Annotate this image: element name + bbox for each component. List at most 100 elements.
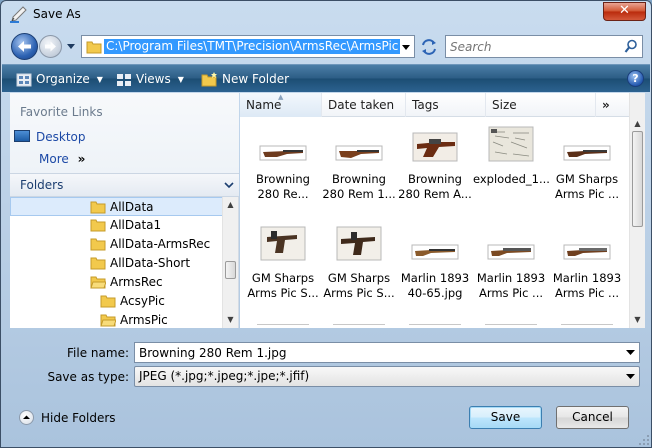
file-item[interactable]: GM Sharps Arms Pic S...	[245, 219, 321, 309]
back-arrow-icon	[18, 41, 31, 52]
scrollbar-thumb[interactable]	[225, 261, 236, 279]
sort-ascending-icon: ▲	[278, 93, 284, 101]
open-folder-icon	[100, 314, 116, 327]
more-columns-button[interactable]: »	[596, 93, 629, 117]
folders-header[interactable]: Folders	[10, 173, 239, 197]
recent-pages-dropdown-icon[interactable]	[65, 40, 77, 52]
scrollbar-thumb[interactable]	[632, 131, 643, 227]
cancel-button[interactable]: Cancel	[556, 406, 629, 429]
tree-item-label: ArmsRec	[110, 275, 163, 289]
rifle-thumbnail	[487, 244, 535, 260]
organize-label: Organize	[36, 72, 90, 86]
address-bar[interactable]: C:\Program Files\TMT\Precision\ArmsRec\A…	[81, 35, 415, 58]
file-item[interactable]: GM Sharps Arms Pic ...	[549, 120, 625, 210]
forward-button[interactable]	[39, 35, 62, 58]
tree-item-acsypic[interactable]: AcsyPic	[10, 292, 223, 311]
file-item[interactable]: Marlin 1893 Arms Pic ...	[473, 219, 549, 309]
column-header-label: Date taken	[328, 98, 395, 112]
file-list-scrollbar[interactable]: ▲ ▼	[629, 93, 645, 328]
new-folder-button[interactable]: New Folder	[201, 65, 289, 93]
save-button[interactable]: Save	[469, 406, 542, 429]
scroll-down-icon[interactable]: ▼	[633, 315, 642, 324]
file-name: Browning 280 Rem A...	[398, 172, 472, 201]
file-name-combobox[interactable]	[134, 342, 640, 363]
new-folder-icon	[201, 72, 217, 87]
search-input[interactable]	[450, 38, 620, 55]
favorite-links: Favorite Links Desktop More »	[10, 93, 239, 173]
command-toolbar: Organize ▼ Views ▼ New Folder ?	[2, 64, 650, 92]
tree-item-armsrec[interactable]: ArmsRec	[10, 273, 223, 292]
folder-icon	[90, 257, 106, 270]
rifle-thumbnail	[335, 145, 383, 161]
folder-tree-scrollbar[interactable]: ▲ ▼	[222, 197, 238, 328]
column-header-size[interactable]: Size	[486, 93, 596, 117]
chevron-down-icon[interactable]	[626, 349, 635, 356]
file-item[interactable]: Browning 280 Re...	[245, 120, 321, 210]
file-grid: Browning 280 Re... Browning 280 Rem 1...…	[240, 118, 629, 328]
help-button[interactable]: ?	[627, 70, 644, 87]
scroll-up-icon[interactable]: ▲	[226, 200, 235, 209]
folder-icon	[90, 238, 106, 251]
column-header-date-taken[interactable]: Date taken	[322, 93, 406, 117]
file-item[interactable]: Browning 280 Rem 1...	[321, 120, 397, 210]
chevron-down-icon[interactable]	[224, 180, 234, 190]
tree-item-alldata-armsrec[interactable]: AllData-ArmsRec	[10, 235, 223, 254]
hide-folders-label: Hide Folders	[41, 411, 116, 425]
column-headers: ▲ Name Date taken Tags Size »	[240, 93, 629, 117]
tree-item-label: ArmsPic	[120, 313, 168, 327]
window-title: Save As	[33, 7, 81, 21]
rifle-thumbnail	[411, 244, 459, 260]
close-button[interactable]: ✕	[603, 2, 646, 21]
close-icon: ✕	[619, 3, 630, 18]
file-item[interactable]: Browning 280 Rem A...	[397, 120, 473, 210]
organize-button[interactable]: Organize ▼	[16, 65, 103, 93]
title-bar: Save As ✕	[1, 1, 651, 29]
tree-item-alldata[interactable]: AllData	[10, 197, 223, 216]
double-chevron-right-icon: »	[602, 98, 610, 112]
rifle-thumbnail	[563, 244, 611, 260]
chevron-down-icon[interactable]	[626, 373, 635, 380]
scroll-down-icon[interactable]: ▼	[226, 315, 235, 324]
scroll-up-icon[interactable]: ▲	[633, 119, 642, 128]
file-item[interactable]: Marlin 1893 Arms Pic ...	[549, 219, 625, 309]
search-icon[interactable]	[624, 39, 638, 54]
tree-item-alldata-short[interactable]: AllData-Short	[10, 254, 223, 273]
back-button[interactable]	[11, 33, 38, 60]
partial-thumbnail	[561, 324, 613, 328]
organize-icon	[16, 73, 32, 86]
file-item[interactable]: Marlin 1893 40-65.jpg	[397, 219, 473, 309]
address-row: C:\Program Files\TMT\Precision\ArmsRec\A…	[1, 31, 651, 63]
folders-title: Folders	[20, 178, 64, 192]
column-header-tags[interactable]: Tags	[406, 93, 486, 117]
tree-item-label: AllData1	[110, 218, 162, 232]
file-name: Browning 280 Re...	[256, 172, 310, 201]
file-name: exploded_1...	[473, 172, 550, 186]
rifle-thumbnail	[259, 145, 307, 161]
folder-tree: AllData AllData1 AllData-ArmsRec AllData…	[10, 197, 223, 328]
column-header-name[interactable]: ▲ Name	[240, 93, 322, 117]
chevron-down-icon[interactable]	[401, 42, 411, 52]
folder-icon	[100, 295, 116, 308]
search-box[interactable]	[445, 35, 643, 58]
resize-grip-icon[interactable]	[639, 435, 649, 445]
views-button[interactable]: Views ▼	[116, 65, 184, 93]
file-name: Marlin 1893 40-65.jpg	[400, 271, 470, 300]
help-icon: ?	[632, 72, 639, 85]
save-as-type-select[interactable]: JPEG (*.jpg;*.jpeg;*.jpe;*.jfif)	[134, 366, 640, 387]
more-links-button[interactable]: More »	[39, 150, 85, 168]
tree-item-alldata1[interactable]: AllData1	[10, 216, 223, 235]
tree-item-label: AcsyPic	[120, 294, 165, 308]
favorite-link-desktop[interactable]: Desktop	[14, 128, 86, 146]
diagram-thumbnail	[488, 126, 534, 162]
file-item[interactable]: GM Sharps Arms Pic S...	[321, 219, 397, 309]
refresh-icon[interactable]	[419, 37, 439, 57]
file-name-input[interactable]	[139, 344, 609, 361]
chevron-down-icon: ▼	[96, 74, 103, 84]
tree-item-label: AllData-Short	[110, 256, 191, 270]
forward-arrow-icon	[45, 41, 56, 52]
file-item[interactable]: exploded_1...	[473, 120, 550, 210]
address-path[interactable]: C:\Program Files\TMT\Precision\ArmsRec\A…	[104, 39, 401, 54]
new-folder-label: New Folder	[222, 72, 290, 86]
tree-item-armspic[interactable]: ArmsPic	[10, 311, 223, 328]
tree-item-label: AllData	[110, 200, 154, 214]
